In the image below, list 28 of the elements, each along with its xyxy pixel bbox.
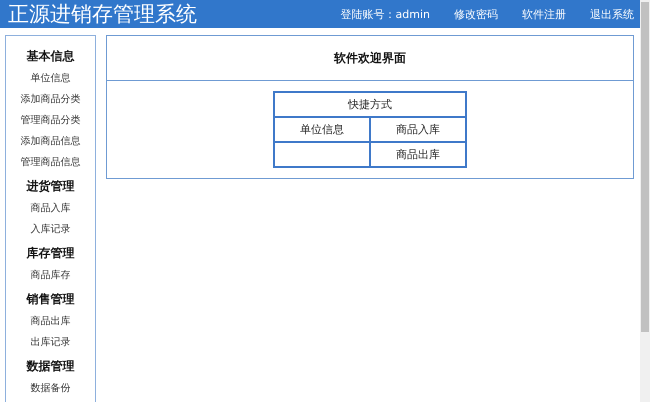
app-title: 正源进销存管理系统: [8, 1, 198, 28]
sidebar-heading: 数据管理: [26, 358, 74, 375]
header-link[interactable]: 登陆账号：admin: [340, 6, 430, 22]
sidebar-link[interactable]: 入库记录: [30, 222, 70, 236]
shortcut-cell[interactable]: 商品出库: [370, 142, 466, 167]
header-link[interactable]: 修改密码: [454, 6, 498, 22]
table-header: 快捷方式: [274, 92, 466, 117]
sidebar-link[interactable]: 添加商品信息: [20, 134, 80, 148]
sidebar-link[interactable]: 单位信息: [30, 71, 70, 85]
sidebar-link[interactable]: 商品出库: [30, 314, 70, 328]
panel-title: 软件欢迎界面: [107, 36, 633, 81]
sidebar-heading: 基本信息: [26, 48, 74, 65]
header-link[interactable]: 退出系统: [590, 6, 634, 22]
scrollbar[interactable]: [640, 0, 650, 402]
sidebar-link[interactable]: 商品库存: [30, 268, 70, 282]
sidebar-link[interactable]: 出库记录: [30, 335, 70, 349]
header-link[interactable]: 软件注册: [522, 6, 566, 22]
sidebar-heading: 库存管理: [26, 245, 74, 262]
shortcut-cell[interactable]: 单位信息: [274, 117, 370, 142]
sidebar-heading: 进货管理: [26, 178, 74, 195]
sidebar-link[interactable]: 数据备份: [30, 381, 70, 395]
sidebar-heading: 销售管理: [26, 291, 74, 308]
sidebar-link[interactable]: 添加商品分类: [20, 92, 80, 106]
sidebar-link[interactable]: 管理商品分类: [20, 113, 80, 127]
scroll-thumb[interactable]: [641, 2, 649, 332]
shortcut-cell[interactable]: 商品入库: [370, 117, 466, 142]
sidebar-link[interactable]: 管理商品信息: [20, 155, 80, 169]
sidebar-link[interactable]: 商品入库: [30, 201, 70, 215]
